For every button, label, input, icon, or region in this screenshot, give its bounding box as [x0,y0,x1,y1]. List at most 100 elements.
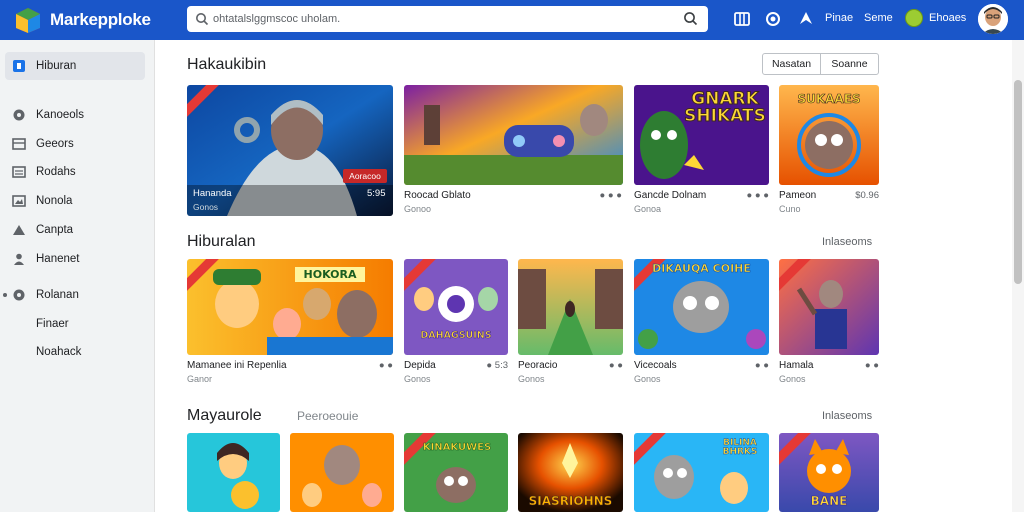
game-art-title: KINAKUWES [422,442,492,453]
segment-soanne[interactable]: Soanne [821,54,878,74]
game-art-title: HOKORA [295,267,365,282]
card-title: Hananda [193,188,232,199]
section-title: Mayaurole [187,407,262,424]
sidebar: Hiburan Kanoeols Geeors Rodahs Nonola Ca… [0,40,155,512]
game-thumbnail[interactable]: DIKAUQA COIHE [634,259,769,355]
card-subtitle: Gonoa [634,204,662,214]
game-art-title: GNARK SHIKATS [684,89,767,126]
card-title: Depida [404,360,436,371]
card-price: ● ● ● [746,190,770,201]
sidebar-item-label: Nonola [36,195,73,207]
brand-name[interactable]: Markepploke [50,10,151,30]
sidebar-item-canpta[interactable]: Canpta [12,221,73,239]
sidebar-item-nonola[interactable]: Nonola [12,192,72,210]
game-thumbnail[interactable] [404,85,623,185]
card-price: ● ● ● [599,190,623,201]
sidebar-item-rodahs[interactable]: Rodahs [12,163,76,181]
promo-tag: Aoracoo [343,169,387,183]
library-icon[interactable] [733,10,751,28]
sidebar-item-label: Hiburan [36,60,77,72]
search-icon [196,13,209,26]
game-art-title: BILINA BHRKS [722,438,758,457]
sidebar-item-label: Geeors [36,138,74,150]
section-subtitle[interactable]: Peeroeouie [297,409,358,423]
game-thumbnail[interactable]: GNARK SHIKATS [634,85,769,185]
sidebar-item-noahack[interactable]: Noahack [36,343,81,361]
card-price: ● ● [378,360,393,371]
sidebar-item-label: Rolanan [36,289,79,301]
sidebar-item-label: Finaer [36,318,69,330]
card-price: ● 5:3 [486,360,508,371]
game-thumbnail[interactable] [518,259,623,355]
card-title: Peoracio [518,360,558,371]
grid-icon [12,138,26,150]
avatar[interactable] [978,4,1008,34]
sidebar-item-label: Canpta [36,224,74,236]
game-art-title: DAHAGSUINS [420,330,492,341]
header-link-pinae[interactable]: Pinae [825,12,853,24]
controller-icon [13,109,25,121]
store-icon [13,60,25,72]
sidebar-item-label: Noahack [36,346,82,358]
game-thumbnail[interactable]: BILINA BHRKS [634,433,769,512]
section-title: Hiburalan [187,233,256,250]
bullet-icon [3,293,7,297]
card-subtitle: Gonos [404,374,431,384]
scrollbar[interactable] [1012,40,1024,512]
coins-icon[interactable] [905,9,923,27]
game-art-title: DIKAUQA COIHE [652,262,751,275]
sidebar-item-geeors[interactable]: Geeors [12,135,74,153]
sidebar-item-finaer[interactable]: Finaer [36,315,69,333]
send-icon[interactable] [797,10,815,28]
card-subtitle: Gonos [193,202,219,212]
game-thumbnail[interactable]: DAHAGSUINS [404,259,508,355]
sidebar-item-kanoeols[interactable]: Kanoeols [12,106,84,124]
see-all-link[interactable]: Inlaseoms [822,410,872,422]
sidebar-item-rolanan[interactable]: Rolanan [12,286,79,304]
see-all-link[interactable]: Inlaseoms [822,236,872,248]
search-bar[interactable] [187,6,708,32]
card-price: 5:95 [367,188,386,199]
triangle-icon [13,225,25,235]
image-icon [12,195,26,207]
card-price: ● ● [754,360,769,371]
card-price: ● ● [864,360,879,371]
search-input[interactable] [213,10,653,28]
game-thumbnail[interactable] [290,433,394,512]
game-thumbnail[interactable]: SUKAAES [779,85,879,185]
card-title: Pameon [779,190,817,201]
header-link-ehoaes[interactable]: Ehoaes [929,12,966,24]
segmented-control: Nasatan Soanne [762,53,879,75]
sidebar-item-label: Hanenet [36,253,80,265]
card-title: Roocad Gblato [404,190,471,201]
top-bar: Markepploke Pinae Seme Ehoaes [0,0,1024,40]
sidebar-item-hiburan[interactable]: Hiburan [12,57,76,75]
sidebar-item-hanenet[interactable]: Hanenet [12,250,79,268]
settings-icon [13,289,25,301]
card-title: Hamala [779,360,814,371]
game-thumbnail[interactable]: SIASRIOHNS [518,433,623,512]
person-icon [14,253,24,265]
card-subtitle: Gonos [779,374,806,384]
header-link-seme[interactable]: Seme [864,12,893,24]
card-subtitle: Gonos [634,374,661,384]
section-title: Hakaukibin [187,56,267,73]
game-thumbnail[interactable]: KINAKUWES [404,433,508,512]
list-icon [12,166,26,178]
sidebar-item-label: Rodahs [36,166,76,178]
game-thumbnail[interactable]: BANE [779,433,879,512]
card-subtitle: Gonos [518,374,545,384]
sidebar-item-label: Kanoeols [36,109,84,121]
segment-nasatan[interactable]: Nasatan [763,54,821,74]
game-thumbnail[interactable] [779,259,879,355]
card-subtitle: Cuno [779,204,801,214]
card-subtitle: Gonoo [404,204,432,214]
card-title: Vicecoals [634,360,677,371]
search-icon[interactable] [683,11,698,26]
scrollbar-thumb[interactable] [1014,80,1022,284]
card-price: $0.96 [855,190,879,201]
app-logo-icon[interactable] [14,6,42,34]
refresh-icon[interactable] [764,10,782,28]
game-thumbnail[interactable]: HOKORA [187,259,393,355]
game-thumbnail[interactable] [187,433,280,512]
